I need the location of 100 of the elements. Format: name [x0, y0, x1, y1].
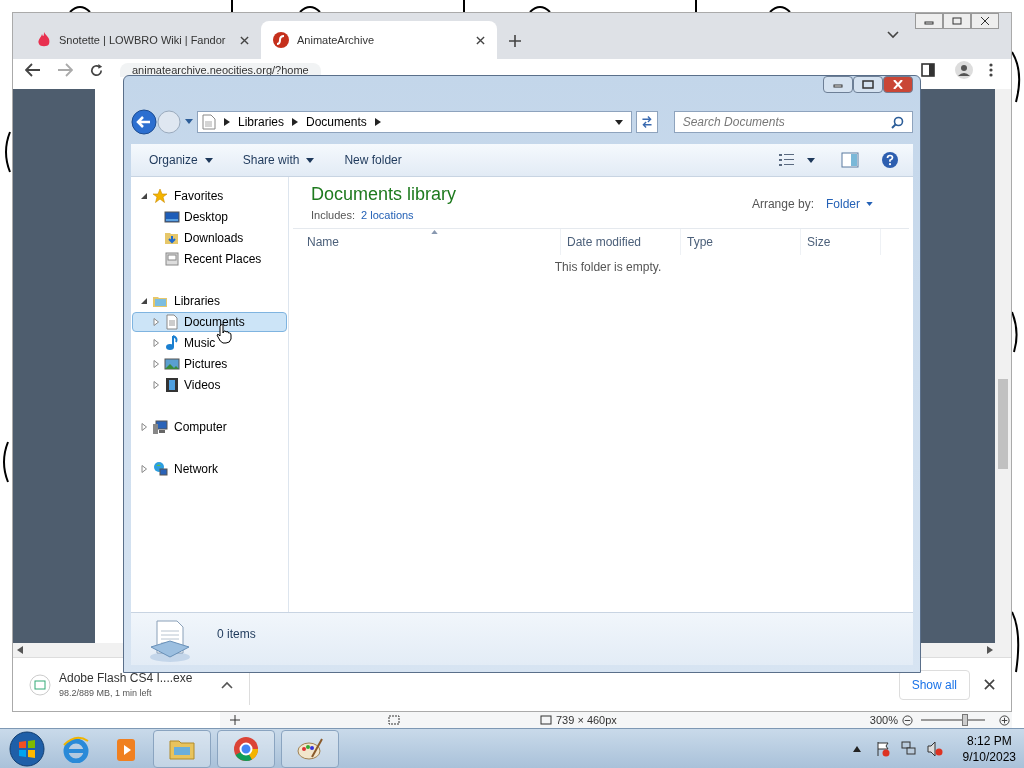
includes-label: Includes: — [311, 207, 356, 223]
installer-icon — [29, 673, 51, 696]
scroll-left-icon[interactable] — [17, 646, 23, 654]
minimize-button[interactable] — [823, 76, 853, 93]
column-header[interactable]: Name — [301, 229, 561, 255]
tree-item[interactable]: Downloads — [132, 227, 287, 248]
view-options-icon[interactable] — [779, 153, 797, 167]
close-button[interactable] — [883, 76, 913, 93]
taskbar-app-button[interactable] — [217, 729, 275, 768]
muted-speaker-icon[interactable] — [926, 740, 943, 757]
tree-item[interactable]: Videos — [132, 374, 287, 395]
toolbar-button[interactable]: Share with — [242, 151, 315, 169]
close-icon[interactable] — [240, 35, 249, 45]
document-icon — [202, 114, 216, 130]
column-header[interactable]: Size — [801, 229, 881, 255]
taskbar-app-button[interactable] — [281, 729, 339, 768]
maximize-button[interactable] — [853, 76, 883, 93]
chevron-down-icon[interactable] — [887, 31, 899, 39]
search-input[interactable]: Search Documents — [682, 113, 891, 131]
empty-folder-message: This folder is empty. — [553, 259, 663, 276]
address-field[interactable]: Libraries Documents — [197, 111, 632, 133]
help-icon[interactable] — [881, 151, 899, 169]
search-field[interactable]: Search Documents — [673, 111, 913, 133]
flash-icon — [273, 32, 289, 48]
dropdown-icon — [866, 202, 873, 206]
column-header[interactable]: Date modified — [561, 229, 681, 255]
start-button[interactable] — [9, 730, 45, 767]
scrollbar[interactable] — [13, 643, 123, 657]
caret-right-icon[interactable] — [292, 118, 299, 126]
collapsed-arrow-icon[interactable] — [152, 338, 160, 347]
tree-item[interactable]: Pictures — [132, 353, 287, 374]
locations-link[interactable]: 2 locations — [361, 206, 414, 223]
download-filename: Adobe Flash CS4 I....exe — [59, 669, 194, 687]
column-header[interactable]: Type — [681, 229, 801, 255]
clock-date: 9/10/2023 — [962, 748, 1016, 765]
sort-arrow-icon — [430, 230, 438, 234]
chevron-up-icon[interactable] — [221, 680, 233, 689]
breadcrumb-item[interactable]: Documents — [306, 113, 367, 131]
refresh-icon[interactable] — [635, 111, 658, 133]
music-note-icon — [164, 334, 180, 351]
tree-item[interactable]: Documents — [132, 311, 287, 332]
action-center-icon[interactable] — [874, 740, 891, 757]
back-icon[interactable] — [25, 63, 41, 77]
selection-icon — [388, 715, 400, 725]
browser-e-icon — [62, 734, 90, 763]
back-button[interactable] — [131, 109, 157, 135]
tree-item[interactable]: Favorites — [174, 186, 224, 205]
close-icon[interactable] — [984, 679, 995, 690]
zoom-in-icon[interactable] — [999, 714, 1010, 726]
minimize-button[interactable] — [915, 13, 943, 29]
maximize-icon — [862, 80, 874, 89]
star-icon — [152, 187, 168, 204]
toolbar-button[interactable]: Organize — [149, 151, 213, 169]
expanded-arrow-icon[interactable] — [140, 191, 148, 200]
tab-title: AnimateArchive — [297, 32, 376, 48]
tab-title: Snotette | LOWBRO Wiki | Fandor — [59, 32, 227, 48]
zoom-level: 300% — [869, 712, 898, 728]
library-title: Documents library — [311, 183, 457, 206]
tree-item[interactable]: Recent Places — [132, 248, 287, 269]
tree-item[interactable]: Network — [174, 459, 218, 478]
sidebar-icon[interactable] — [921, 63, 935, 77]
tree-item[interactable]: Music — [132, 332, 287, 353]
scrollbar[interactable] — [995, 89, 1011, 657]
tree-item[interactable]: Computer — [174, 417, 227, 436]
reload-icon[interactable] — [89, 63, 104, 78]
collapsed-arrow-icon[interactable] — [140, 422, 148, 431]
tree-item[interactable]: Libraries — [174, 291, 221, 310]
scroll-thumb[interactable] — [998, 379, 1008, 469]
toolbar-button[interactable]: New folder — [344, 151, 402, 169]
scroll-right-icon[interactable] — [987, 646, 993, 654]
close-icon[interactable] — [476, 35, 485, 45]
dropdown-icon — [306, 157, 315, 163]
new-tab-icon[interactable] — [509, 35, 521, 47]
zoom-out-icon[interactable] — [902, 714, 913, 726]
browser-tab[interactable]: AnimateArchive — [261, 21, 497, 59]
tree-item[interactable]: Desktop — [132, 206, 287, 227]
caret-right-icon[interactable] — [374, 118, 381, 126]
dropdown-icon[interactable] — [614, 119, 623, 125]
expanded-arrow-icon[interactable] — [140, 296, 148, 305]
collapsed-arrow-icon[interactable] — [140, 464, 148, 473]
image-dimensions: 739 × 460px — [556, 712, 617, 728]
zoom-slider[interactable] — [921, 714, 985, 726]
collapsed-arrow-icon[interactable] — [152, 380, 160, 389]
slider-thumb[interactable] — [961, 714, 968, 726]
search-icon[interactable] — [891, 115, 904, 129]
desktop-icon — [164, 208, 180, 225]
profile-icon[interactable] — [955, 61, 973, 79]
breadcrumb-item[interactable]: Libraries — [238, 113, 285, 131]
more-options-icon[interactable] — [989, 63, 993, 77]
network-status-icon[interactable] — [900, 740, 917, 757]
arrange-dropdown[interactable]: Folder — [826, 195, 873, 213]
caret-right-icon[interactable] — [224, 118, 230, 126]
collapsed-arrow-icon[interactable] — [152, 317, 160, 326]
collapsed-arrow-icon[interactable] — [152, 359, 160, 368]
scrollbar[interactable] — [921, 643, 997, 657]
close-button[interactable] — [971, 13, 999, 29]
dropdown-icon — [204, 157, 213, 163]
dropdown-icon[interactable] — [807, 157, 815, 163]
browser-tab[interactable]: Snotette | LOWBRO Wiki | Fandor — [25, 21, 261, 59]
show-hidden-icons-icon[interactable] — [852, 745, 861, 752]
